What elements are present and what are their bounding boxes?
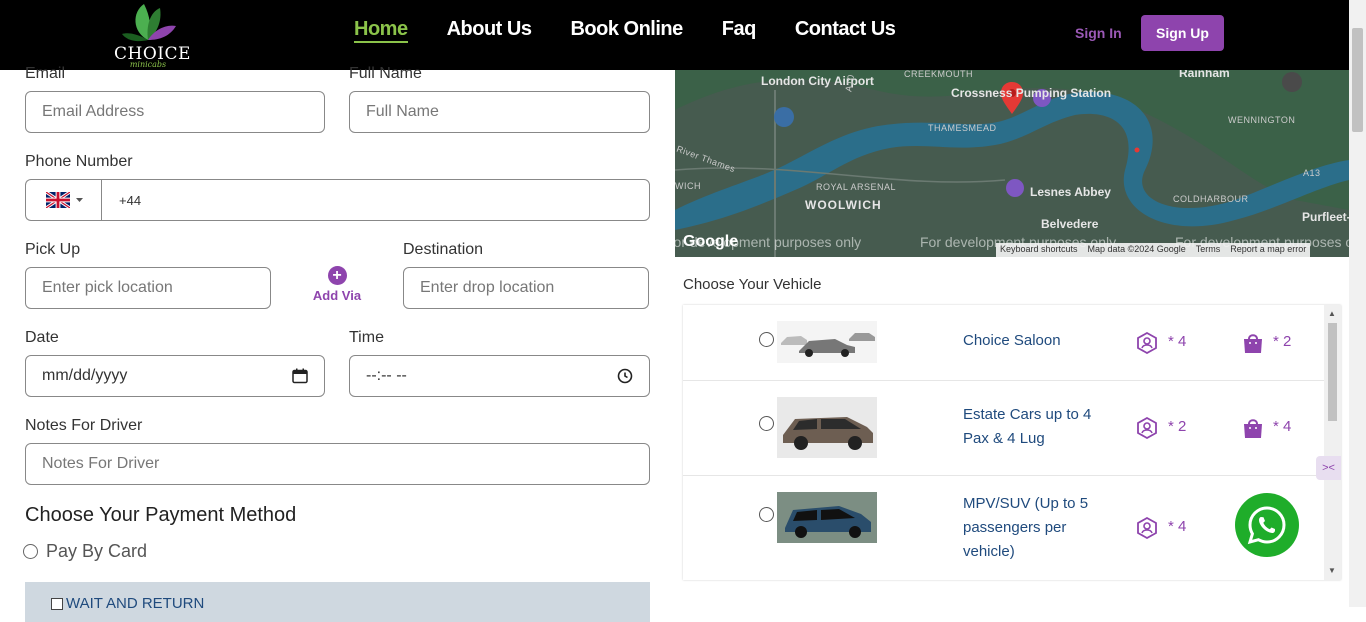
vehicle-name: Estate Cars up to 4 Pax & 4 Lug [963, 406, 1092, 447]
passenger-icon [1137, 332, 1157, 354]
mpv-suv-image [777, 492, 877, 543]
clock-icon[interactable] [617, 368, 633, 384]
terms-link[interactable]: Terms [1196, 244, 1221, 256]
estate-car-image [777, 397, 877, 458]
luggage-icon [1244, 334, 1262, 353]
nav-faq[interactable]: Faq [722, 18, 757, 43]
logo-subtext: minicabs [129, 60, 167, 69]
plus-icon: + [327, 266, 347, 285]
passenger-count: * 4 [1168, 333, 1187, 350]
choice-logo[interactable]: CHOICE minicabs [114, 2, 190, 69]
vehicle-radio[interactable] [759, 416, 774, 431]
destination-label: Destination [403, 241, 484, 258]
passenger-icon [1137, 517, 1157, 539]
report-map-error-link[interactable]: Report a map error [1230, 244, 1306, 256]
email-label: Email [25, 65, 66, 82]
phone-number-field[interactable]: +44 [101, 179, 650, 221]
add-via-button[interactable]: + Add Via [311, 266, 363, 303]
notes-label: Notes For Driver [25, 417, 143, 434]
whatsapp-icon [1247, 506, 1286, 545]
date-field[interactable]: mm/dd/yyyy [25, 355, 325, 397]
calendar-icon[interactable] [292, 368, 308, 384]
payment-method-title: Choose Your Payment Method [25, 504, 297, 526]
map-label-wich: WICH [675, 181, 701, 191]
whatsapp-button[interactable] [1235, 493, 1299, 557]
vehicle-radio[interactable] [759, 332, 774, 347]
map-attribution: Keyboard shortcuts Map data ©2024 Google… [996, 243, 1311, 257]
notes-field[interactable]: Notes For Driver [25, 443, 650, 485]
chevron-down-icon [75, 198, 83, 202]
site-header: CHOICE minicabs Home About Us Book Onlin… [0, 0, 1349, 70]
map-label-rainham: Rainham [1179, 70, 1230, 80]
vehicle-row[interactable]: Estate Cars up to 4 Pax & 4 Lug * 2 * 4 [683, 381, 1324, 476]
date-value: mm/dd/yyyy [42, 367, 128, 384]
nav-about-us[interactable]: About Us [447, 18, 532, 43]
scroll-thumb[interactable] [1328, 323, 1337, 421]
vehicle-row[interactable]: Choice Saloon * 4 * 2 [683, 305, 1324, 381]
vehicle-radio[interactable] [759, 507, 774, 522]
luggage-icon [1244, 419, 1262, 438]
country-code-select[interactable] [25, 179, 102, 221]
pay-by-card-option[interactable]: Pay By Card [23, 541, 147, 562]
nav-book-online[interactable]: Book Online [570, 18, 683, 43]
vehicle-row[interactable]: MPV/SUV (Up to 5 passengers per vehicle)… [683, 476, 1324, 580]
passenger-count: * 4 [1168, 518, 1187, 535]
map-data-text: Map data ©2024 Google [1087, 244, 1186, 254]
nav-contact-us[interactable]: Contact Us [795, 18, 896, 43]
page-scroll-thumb[interactable] [1352, 28, 1363, 132]
wait-and-return-label: WAIT AND RETURN [66, 595, 205, 612]
vehicle-name: MPV/SUV (Up to 5 passengers per vehicle) [963, 495, 1089, 560]
time-field[interactable]: --:-- -- [349, 355, 650, 397]
map-label-woolwich: WOOLWICH [805, 198, 882, 212]
map-label-royal-arsenal: ROYAL ARSENAL [816, 182, 897, 192]
choose-vehicle-title: Choose Your Vehicle [683, 276, 822, 293]
map-label-lesnes-abbey: Lesnes Abbey [1030, 185, 1111, 199]
destination-field[interactable]: Enter drop location [403, 267, 649, 309]
pickup-field[interactable]: Enter pick location [25, 267, 271, 309]
map-label-thamesmead: THAMESMEAD [928, 123, 997, 133]
passenger-count: * 2 [1168, 418, 1187, 435]
wait-and-return-panel: WAIT AND RETURN [25, 582, 650, 622]
google-logo: Google [683, 233, 739, 250]
map-label-wennington: WENNINGTON [1228, 115, 1296, 125]
map-label-coldharbour: COLDHARBOUR [1173, 194, 1249, 204]
collapse-tab-icon[interactable]: >< [1316, 456, 1341, 480]
map-label-belvedere: Belvedere [1041, 217, 1099, 231]
email-field[interactable]: Email Address [25, 91, 325, 133]
add-via-label: Add Via [312, 288, 362, 303]
phone-label: Phone Number [25, 153, 133, 170]
uk-flag-icon [45, 192, 70, 208]
luggage-count: * 4 [1273, 418, 1292, 435]
sign-in-link[interactable]: Sign In [1075, 25, 1122, 41]
map-label-creekmouth: CREEKMOUTH [904, 70, 974, 79]
map-label-airport: London City Airport [761, 74, 874, 88]
wait-and-return-checkbox[interactable] [51, 598, 63, 610]
scroll-down-icon[interactable]: ▼ [1328, 566, 1336, 575]
keyboard-shortcuts-link[interactable]: Keyboard shortcuts [1000, 244, 1078, 256]
date-label: Date [25, 329, 59, 346]
pay-by-card-label: Pay By Card [46, 541, 148, 561]
main-nav: Home About Us Book Online Faq Contact Us [354, 18, 896, 43]
passenger-icon [1137, 417, 1157, 439]
nav-home[interactable]: Home [354, 18, 408, 43]
fullname-label: Full Name [349, 65, 422, 82]
scroll-up-icon[interactable]: ▲ [1328, 309, 1336, 318]
page-scrollbar[interactable] [1349, 0, 1366, 607]
route-map[interactable]: London City Airport CREEKMOUTH Crossness… [675, 70, 1349, 257]
pickup-label: Pick Up [25, 241, 81, 258]
map-label-crossness: Crossness Pumping Station [951, 86, 1111, 100]
pay-by-card-radio[interactable] [23, 544, 38, 559]
fullname-field[interactable]: Full Name [349, 91, 650, 133]
map-label-a13: A13 [1303, 168, 1321, 178]
sign-up-button[interactable]: Sign Up [1141, 15, 1224, 51]
map-label-purfleet: Purfleet-o [1302, 210, 1349, 224]
vehicle-name: Choice Saloon [963, 332, 1061, 349]
vehicle-list-scrollbar[interactable]: ▲ ▼ [1324, 305, 1341, 580]
luggage-count: * 2 [1273, 333, 1292, 350]
time-value: --:-- -- [366, 367, 407, 384]
saloon-car-image [777, 321, 877, 363]
time-label: Time [349, 329, 384, 346]
